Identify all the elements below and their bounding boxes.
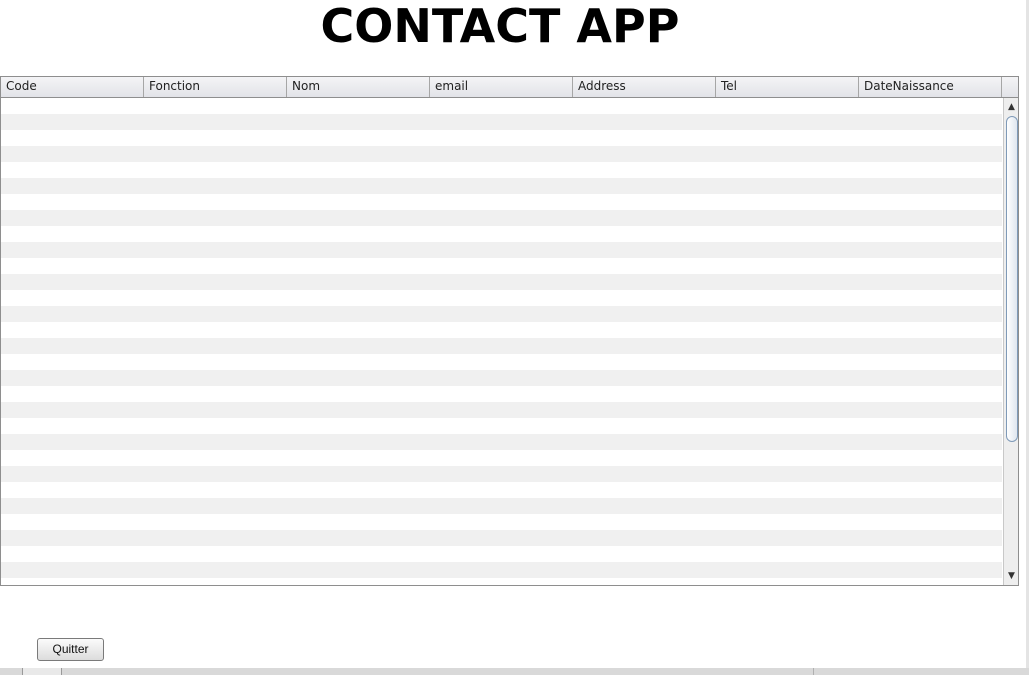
table-header: Code Fonction Nom email Address Tel Date… bbox=[1, 77, 1018, 98]
column-header-address[interactable]: Address bbox=[573, 77, 716, 97]
scroll-down-arrow-icon[interactable]: ▼ bbox=[1004, 569, 1018, 583]
column-header-code[interactable]: Code bbox=[1, 77, 144, 97]
column-header-email[interactable]: email bbox=[430, 77, 573, 97]
header-corner bbox=[1002, 77, 1018, 97]
background-window-tab bbox=[22, 668, 62, 675]
column-header-fonction[interactable]: Fonction bbox=[144, 77, 287, 97]
column-header-datenaissance[interactable]: DateNaissance bbox=[859, 77, 1002, 97]
contacts-table: Code Fonction Nom email Address Tel Date… bbox=[0, 76, 1019, 586]
scrollbar-thumb[interactable] bbox=[1006, 116, 1018, 442]
column-header-nom[interactable]: Nom bbox=[287, 77, 430, 97]
scroll-up-arrow-icon[interactable]: ▲ bbox=[1004, 100, 1018, 114]
app-window: CONTACT APP Code Fonction Nom email Addr… bbox=[0, 0, 1026, 668]
quit-button[interactable]: Quitter bbox=[37, 638, 104, 661]
table-body[interactable] bbox=[1, 98, 1002, 585]
vertical-scrollbar[interactable]: ▲ ▼ bbox=[1003, 98, 1018, 585]
background-window-divider bbox=[813, 668, 814, 675]
column-header-tel[interactable]: Tel bbox=[716, 77, 859, 97]
background-window-strip bbox=[0, 668, 1029, 675]
page-title: CONTACT APP bbox=[320, 0, 680, 53]
